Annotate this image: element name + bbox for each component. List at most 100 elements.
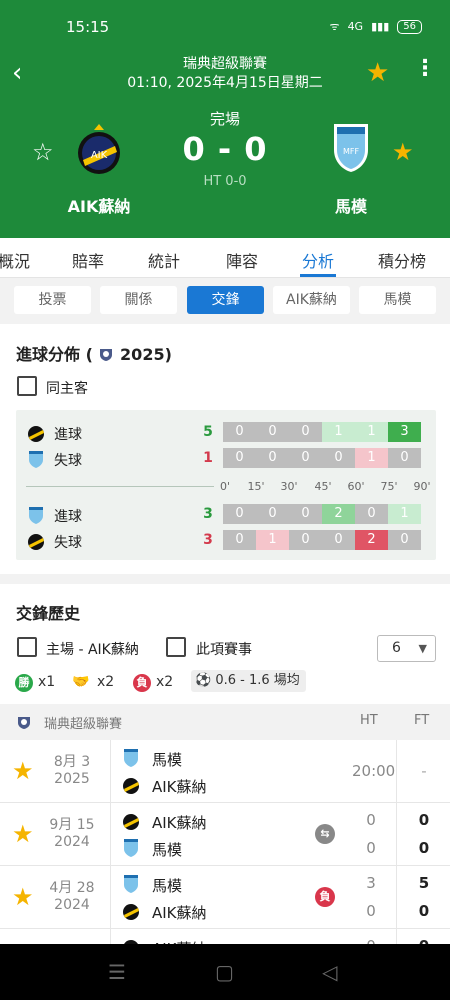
subtab-relations[interactable]: 關係: [100, 286, 177, 314]
match-header: ‹ 瑞典超級聯賽 01:10, 2025年4月15日星期二 ★ ⋮ ☆ AIK …: [0, 48, 450, 238]
draw-count: x2: [97, 674, 115, 690]
goal-cell: 0: [289, 530, 322, 550]
match-team-2: AIK蘇納: [122, 899, 302, 923]
home-filter-label: 主場 - AIK蘇納: [46, 642, 139, 658]
tab-standings[interactable]: 積分榜: [378, 248, 426, 272]
goal-cell: 0: [289, 448, 322, 468]
h2h-title: 交鋒歷史: [16, 604, 81, 623]
away-follow-star-icon[interactable]: ★: [392, 138, 414, 166]
match-date-day: 8月 3: [53, 754, 91, 770]
h2h-match-row[interactable]: ★ 8月 3 2025 馬模 AIK蘇納 20:00-: [0, 740, 450, 803]
favorite-star-icon[interactable]: ★: [12, 883, 34, 911]
kickoff-time: 20:00: [352, 762, 396, 780]
minute-label: 15': [247, 480, 265, 493]
match-count-select[interactable]: 6 ▼: [377, 635, 436, 662]
home-team-name[interactable]: AIK蘇納: [39, 193, 159, 217]
match-team-2: AIK蘇納: [122, 773, 302, 797]
match-date-year: 2024: [54, 897, 90, 913]
favorite-star-icon[interactable]: ★: [366, 58, 389, 88]
goal-average: ⚽ 0.6 - 1.6 場均: [191, 670, 306, 692]
goal-distribution-title: 進球分佈 ( 2025): [16, 341, 172, 365]
recent-apps-icon[interactable]: ☰: [108, 960, 126, 984]
chevron-down-icon: ▼: [418, 642, 427, 655]
more-menu-icon[interactable]: ⋮: [414, 56, 436, 81]
tab-odds[interactable]: 賠率: [72, 248, 104, 272]
goal-cell: 2: [322, 504, 355, 524]
goal-cell: 0: [388, 530, 421, 550]
team-name: AIK蘇納: [152, 778, 207, 796]
match-date-year: 2025: [54, 771, 90, 787]
goal-cell: 0: [223, 530, 256, 550]
back-nav-icon[interactable]: ◁: [322, 960, 337, 984]
ht-column-header: HT: [360, 713, 378, 728]
tab-stats[interactable]: 統計: [148, 248, 180, 272]
favorite-star-icon[interactable]: ★: [12, 757, 34, 785]
ht-score-1: 0: [366, 811, 376, 829]
tab-lineup[interactable]: 陣容: [226, 248, 258, 272]
ft-score-2: 0: [418, 902, 430, 920]
league-logo-icon: [18, 717, 30, 729]
goal-cell: 0: [223, 448, 256, 468]
loss-result-badge: 負: [315, 887, 335, 907]
goal-cell: 0: [223, 504, 256, 524]
favorite-star-icon[interactable]: ★: [12, 820, 34, 848]
goal-cell: 0: [388, 448, 421, 468]
goal-cell: 1: [388, 504, 421, 524]
goal-row-label: 進球: [54, 427, 82, 443]
ball-icon: ⚽: [195, 673, 212, 688]
h2h-match-row[interactable]: ★ 4月 28 2024 馬模 AIK蘇納 3 5 0 0 負: [0, 866, 450, 929]
match-team-1: AIK蘇納: [122, 809, 302, 833]
away-team-name[interactable]: 馬模: [291, 193, 411, 217]
goal-distribution-section: 進球分佈 ( 2025) 同主客 0' 15' 30' 45' 60' 75' …: [0, 324, 450, 574]
match-team-2: 馬模: [122, 836, 302, 860]
goal-row-label: 失球: [54, 453, 82, 469]
subtab-away-team[interactable]: 馬模: [359, 286, 436, 314]
match-team-1: 馬模: [122, 872, 302, 896]
goal-cell: 2: [355, 530, 388, 550]
goal-cell: 1: [256, 530, 289, 550]
win-badge: 勝: [15, 674, 33, 692]
ht-score-2: 0: [366, 902, 376, 920]
goal-cell: 0: [355, 504, 388, 524]
h2h-section: 交鋒歷史 主場 - AIK蘇納 此項賽事 6 ▼ 勝 x1 🤝 x2 負 x2 …: [0, 584, 450, 992]
tab-analysis[interactable]: 分析: [302, 248, 334, 272]
loss-badge: 負: [133, 674, 151, 692]
league-header-name: 瑞典超級聯賽: [44, 717, 123, 732]
goal-cell: 0: [289, 422, 322, 442]
signal-icon: ▮▮▮: [371, 20, 390, 33]
goal-cell: 0: [256, 504, 289, 524]
win-count: x1: [38, 674, 56, 690]
team-logo: [124, 839, 138, 857]
goal-cell: 0: [223, 422, 256, 442]
goal-row: 進球 5 0 0 0 1 1 3: [16, 422, 436, 444]
goal-distribution-title-text: 進球分佈 (: [16, 345, 93, 364]
goal-row-total: 1: [203, 450, 213, 466]
divider: [110, 803, 111, 866]
handshake-icon: 🤝: [72, 674, 90, 690]
home-nav-icon[interactable]: ▢: [215, 960, 234, 984]
team-logo: [123, 778, 139, 794]
minute-axis: 0' 15' 30' 45' 60' 75' 90': [16, 480, 436, 494]
same-home-away-label: 同主客: [46, 381, 88, 397]
tab-overview[interactable]: 概況: [0, 248, 30, 272]
home-filter-checkbox[interactable]: [17, 637, 37, 657]
subtab-vote[interactable]: 投票: [14, 286, 91, 314]
goal-cell: 1: [355, 422, 388, 442]
status-icons: ᯤ 4G ▮▮▮ 56: [330, 19, 422, 34]
same-home-away-checkbox[interactable]: [17, 376, 37, 396]
league-logo-icon: [100, 349, 113, 361]
svg-text:MFF: MFF: [343, 147, 360, 156]
ft-score-1: 5: [418, 874, 430, 892]
competition-filter-label: 此項賽事: [196, 642, 252, 658]
competition-filter-checkbox[interactable]: [166, 637, 186, 657]
match-date-year: 2024: [54, 834, 90, 850]
divider: [110, 866, 111, 929]
ht-score-2: 0: [366, 839, 376, 857]
team-name: AIK蘇納: [152, 904, 207, 922]
h2h-match-row[interactable]: ★ 9月 15 2024 AIK蘇納 馬模 0 0 0 0 ⇆: [0, 803, 450, 866]
subtab-home-team[interactable]: AIK蘇納: [273, 286, 350, 314]
team-logo: [123, 814, 139, 830]
ft-score: -: [421, 762, 427, 780]
team-name: 馬模: [152, 877, 183, 895]
subtab-h2h[interactable]: 交鋒: [187, 286, 264, 314]
